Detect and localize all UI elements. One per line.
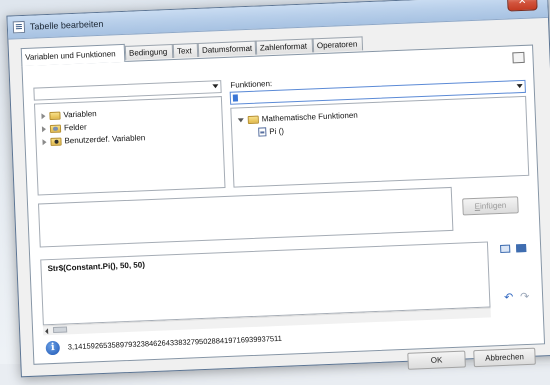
expand-arrow-icon[interactable] [42,126,46,132]
close-button[interactable]: ✕ [507,0,538,12]
undo-icon[interactable]: ↶ [504,291,514,304]
folder-icon [49,111,60,119]
tree-item-pi[interactable]: Pi () [258,126,284,138]
scroll-thumb[interactable] [53,326,67,333]
expand-arrow-icon[interactable] [41,113,45,119]
tab-number-format[interactable]: Zahlenformat [256,38,314,54]
result-text: 3,14159265358979323846264338327950288419… [68,334,282,352]
brackets-icon[interactable] [500,245,510,253]
tree-item-label: Mathematische Funktionen [262,111,358,124]
tree-item-custom-variables[interactable]: Benutzerdef. Variablen [42,132,145,147]
tree-item-label: Pi () [269,127,284,137]
screenshot-background: Tabelle bearbeiten ✕ Variablen und Funkt… [0,0,550,364]
tab-variables-functions[interactable]: Variablen und Funktionen [21,44,126,66]
scroll-left-icon[interactable] [45,328,48,334]
tab-condition[interactable]: Bedingung [125,44,174,60]
tree-item-variables[interactable]: Variablen [41,108,97,121]
description-box [38,187,453,248]
window-title: Tabelle bearbeiten [30,19,104,32]
tab-panel: Variablen Felder Benutzerdef. Variablen … [21,45,545,365]
tree-item-label: Benutzerdef. Variablen [64,133,145,145]
tab-text[interactable]: Text [173,43,199,58]
collapse-arrow-icon[interactable] [238,118,244,122]
cancel-button[interactable]: Abbrechen [473,348,536,367]
tab-operators[interactable]: Operatoren [313,36,364,52]
functions-tree: Mathematische Funktionen Pi () [230,96,529,188]
insert-label: infügen [480,201,507,211]
tree-item-label: Felder [64,123,87,133]
expand-arrow-icon[interactable] [42,139,46,145]
window-icon [13,21,25,33]
tree-item-label: Variablen [63,109,97,119]
function-icon [258,128,266,137]
variables-tree: Variablen Felder Benutzerdef. Variablen [34,96,226,195]
expression-text: Str$(Constant.Pi(), 50, 50) [47,260,145,273]
ok-button[interactable]: OK [407,350,466,369]
insert-button[interactable]: Einfügen [462,196,519,215]
layout-toggle-icon[interactable] [512,52,524,63]
tab-strip: Variablen und Funktionen Bedingung Text … [21,48,22,66]
folder-open-icon [248,115,259,123]
info-icon: i [46,341,61,356]
tree-item-math-functions[interactable]: Mathematische Funktionen [238,110,358,126]
tree-item-fields[interactable]: Felder [42,122,87,135]
text-cursor-highlight [233,94,238,101]
edit-table-dialog: Tabelle bearbeiten ✕ Variablen und Funkt… [6,0,550,377]
chevron-down-icon [517,84,523,88]
title-bar: Tabelle bearbeiten ✕ [7,0,547,40]
user-folder-icon [50,137,61,145]
functions-label: Funktionen: [230,79,272,90]
redo-icon[interactable]: ↷ [520,290,530,303]
tab-date-format[interactable]: Datumsformat [198,41,257,57]
database-folder-icon [50,124,61,132]
chevron-down-icon [212,84,218,88]
monitor-icon[interactable] [516,244,526,252]
